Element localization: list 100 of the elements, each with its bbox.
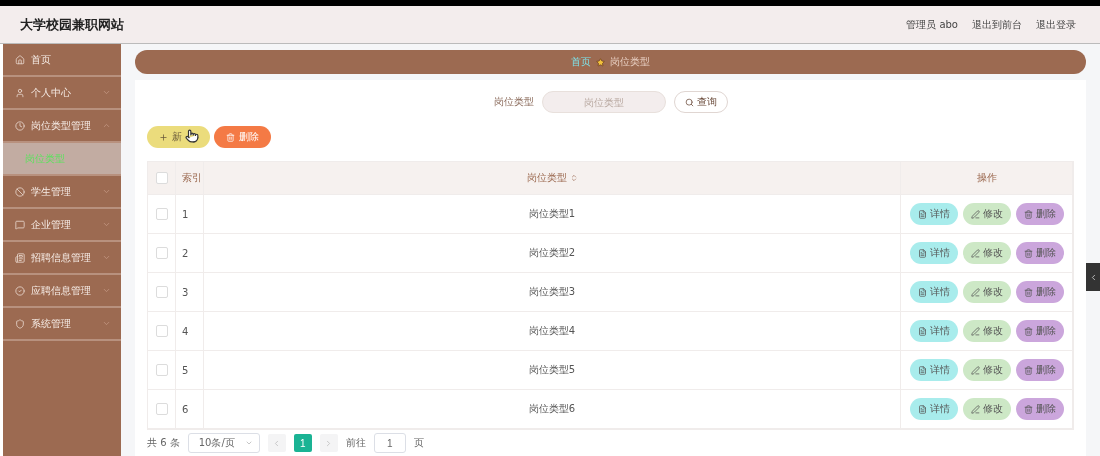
checkbox[interactable] — [155, 286, 168, 298]
delete-button[interactable]: 删除 — [1015, 320, 1064, 342]
trash-icon — [1023, 404, 1033, 414]
chevron-down-icon — [102, 319, 111, 328]
checkbox[interactable] — [155, 364, 168, 376]
page-number[interactable]: 1 — [293, 434, 312, 452]
chevron-down-icon — [102, 88, 111, 97]
pen-icon — [970, 248, 980, 258]
trash-icon — [1023, 287, 1033, 297]
home-icon — [15, 54, 25, 65]
slash-circle-icon — [15, 186, 25, 197]
table-cell: 3 — [176, 273, 204, 311]
delete-button[interactable]: 删除 — [1015, 203, 1064, 225]
search-icon — [684, 97, 694, 107]
sidebar-label: 企业管理 — [31, 217, 72, 232]
chevron-down-icon — [102, 187, 111, 196]
sort-icon — [569, 174, 578, 182]
detail-button[interactable]: 详情 — [909, 359, 958, 381]
checkbox[interactable] — [155, 247, 168, 259]
page-size-select[interactable]: 10条/页 — [187, 433, 260, 453]
detail-button[interactable]: 详情 — [909, 320, 958, 342]
edit-button[interactable]: 修改 — [962, 203, 1011, 225]
search-button[interactable]: 查询 — [673, 91, 728, 113]
table-cell: 5 — [176, 351, 204, 389]
table-cell: 6 — [176, 390, 204, 428]
detail-button[interactable]: 详情 — [909, 281, 958, 303]
table-cell: 岗位类型5 — [204, 351, 901, 389]
pen-icon — [970, 326, 980, 336]
table-cell: 岗位类型6 — [204, 390, 901, 428]
site-title: 大学校园兼职网站 — [20, 15, 124, 34]
shield-icon — [15, 318, 25, 329]
pen-icon — [970, 365, 980, 375]
chevron-up-icon — [102, 121, 111, 130]
detail-button[interactable]: 详情 — [909, 203, 958, 225]
hand-cursor-icon — [185, 129, 199, 143]
table-cell: 2 — [176, 234, 204, 272]
user-icon — [15, 87, 25, 98]
document-icon — [917, 404, 927, 414]
star-icon — [596, 57, 605, 67]
trash-icon — [1023, 248, 1033, 258]
detail-button[interactable]: 详情 — [909, 242, 958, 264]
pen-icon — [970, 287, 980, 297]
column-header: 操作 — [901, 162, 1073, 194]
sidebar-label: 学生管理 — [31, 184, 72, 199]
table-cell: 岗位类型1 — [204, 195, 901, 233]
edit-button[interactable]: 修改 — [962, 242, 1011, 264]
sidebar-label: 系统管理 — [31, 316, 72, 331]
collapse-tab[interactable] — [1086, 263, 1100, 291]
table-cell: 岗位类型3 — [204, 273, 901, 311]
search-label: 岗位类型 — [493, 95, 534, 109]
delete-button[interactable]: 删除 — [214, 126, 271, 148]
document-icon — [917, 287, 927, 297]
sidebar-label: 应聘信息管理 — [31, 283, 92, 298]
column-header: 索引 — [176, 162, 204, 194]
sidebar-label: 首页 — [31, 52, 52, 67]
clock-icon — [15, 120, 25, 131]
edit-button[interactable]: 修改 — [962, 398, 1011, 420]
table-cell: 1 — [176, 195, 204, 233]
total-count: 共 6 条 — [147, 436, 180, 450]
page-suffix: 页 — [413, 436, 424, 450]
document-icon — [917, 326, 927, 336]
header-link[interactable]: 退出登录 — [1036, 17, 1076, 32]
edit-button[interactable]: 修改 — [962, 320, 1011, 342]
chevron-down-icon — [102, 220, 111, 229]
prev-page-button[interactable] — [267, 434, 286, 452]
edit-button[interactable]: 修改 — [962, 359, 1011, 381]
chevron-down-icon — [102, 253, 111, 262]
plus-icon — [159, 132, 168, 142]
pen-icon — [970, 209, 980, 219]
detail-button[interactable]: 详情 — [909, 398, 958, 420]
breadcrumb-current: 岗位类型 — [610, 55, 650, 69]
checkbox[interactable] — [155, 172, 168, 184]
news-icon — [15, 252, 25, 263]
add-button[interactable]: 新 — [147, 126, 210, 148]
chevron-down-icon — [102, 286, 111, 295]
sidebar-label: 个人中心 — [31, 85, 72, 100]
next-page-button[interactable] — [319, 434, 338, 452]
document-icon — [917, 248, 927, 258]
sidebar-label: 岗位类型管理 — [31, 118, 92, 133]
page-input[interactable]: 1 — [373, 433, 406, 453]
search-field[interactable]: 岗位类型 — [541, 91, 666, 113]
pen-icon — [970, 404, 980, 414]
header-link[interactable]: 退出到前台 — [972, 17, 1022, 32]
delete-button[interactable]: 删除 — [1015, 359, 1064, 381]
checkbox[interactable] — [155, 403, 168, 415]
user-label: 管理员 abo — [906, 17, 958, 32]
trash-icon — [226, 132, 235, 142]
checkbox[interactable] — [155, 325, 168, 337]
delete-button[interactable]: 删除 — [1015, 281, 1064, 303]
breadcrumb-link[interactable]: 首页 — [571, 55, 591, 69]
checkbox[interactable] — [155, 208, 168, 220]
trash-icon — [1023, 209, 1033, 219]
chat-icon — [15, 219, 25, 230]
chevron-down-icon — [244, 439, 253, 447]
edit-button[interactable]: 修改 — [962, 281, 1011, 303]
column-header: 岗位类型 — [204, 162, 901, 194]
delete-button[interactable]: 删除 — [1015, 242, 1064, 264]
delete-button[interactable]: 删除 — [1015, 398, 1064, 420]
trash-icon — [1023, 326, 1033, 336]
trash-icon — [1023, 365, 1033, 375]
